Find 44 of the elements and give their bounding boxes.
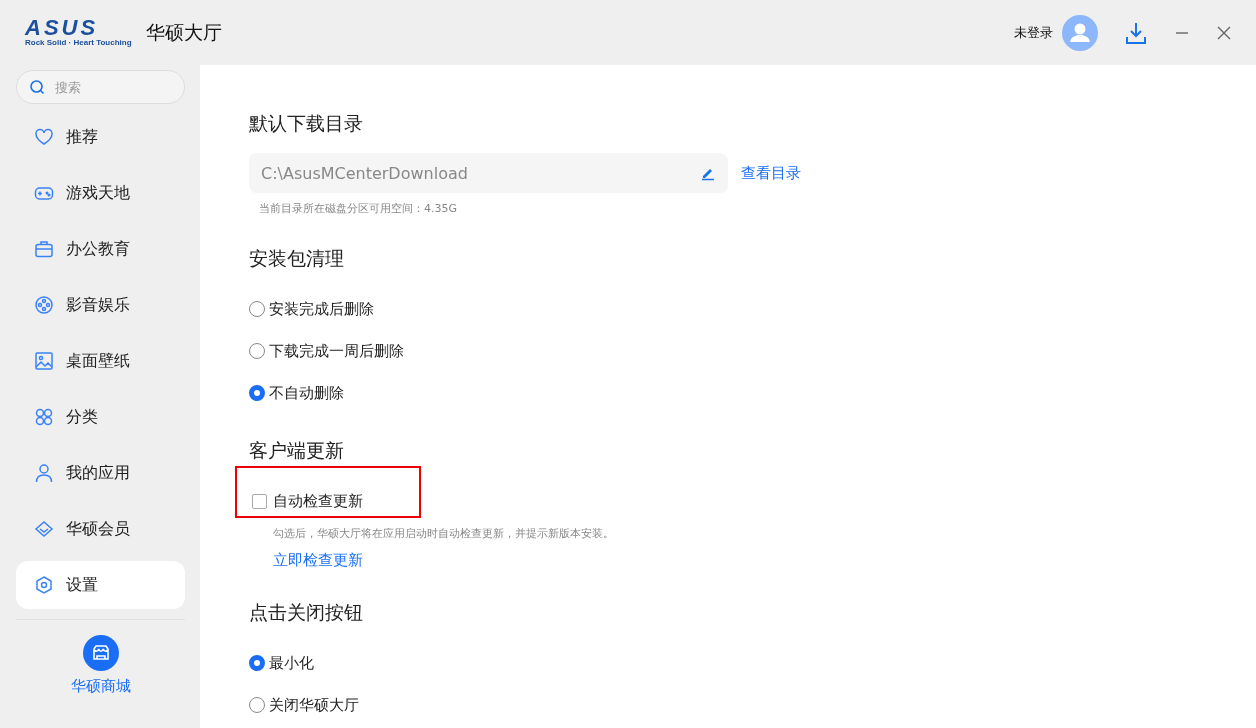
- radio-option[interactable]: 不自动删除: [249, 372, 344, 414]
- search-field[interactable]: 搜索: [16, 70, 185, 104]
- radio-icon[interactable]: [249, 655, 265, 671]
- close-icon[interactable]: [1216, 24, 1232, 41]
- radio-icon[interactable]: [249, 385, 265, 401]
- sidebar-item[interactable]: 办公教育: [16, 225, 185, 273]
- checkbox-option[interactable]: 自动检查更新: [249, 480, 363, 522]
- radio-option[interactable]: 下载完成一周后删除: [249, 330, 404, 372]
- download-icon[interactable]: [1124, 20, 1148, 45]
- search-icon: [29, 79, 45, 95]
- hexagon-icon: [34, 575, 54, 595]
- sidebar-item[interactable]: 游戏天地: [16, 169, 185, 217]
- sidebar-item[interactable]: 华硕会员: [16, 505, 185, 553]
- checkbox[interactable]: [252, 493, 267, 509]
- window-title: 华硕大厅: [145, 19, 222, 45]
- avatar-icon[interactable]: [1062, 14, 1098, 51]
- section-title: 默认下载目录: [249, 111, 364, 136]
- section-title: 点击关闭按钮: [249, 600, 364, 625]
- heart-icon: [34, 127, 54, 147]
- sidebar-item[interactable]: 设置: [16, 561, 185, 609]
- update-hint: 勾选后，华硕大厅将在应用启动时自动检查更新，并提示新版本安装。: [273, 526, 615, 541]
- radio-option[interactable]: 最小化: [249, 642, 314, 684]
- sidebar-item[interactable]: 推荐: [16, 113, 185, 161]
- diamond-icon: [34, 519, 54, 539]
- radio-option[interactable]: 关闭华硕大厅: [249, 684, 359, 726]
- user-icon: [34, 463, 54, 483]
- asus-logo: ASUS Rock Solid · Heart Touching: [25, 17, 132, 48]
- store-button[interactable]: 华硕商城: [16, 635, 185, 696]
- store-icon: [82, 635, 119, 671]
- check-update-link[interactable]: 立即检查更新: [273, 551, 1256, 570]
- image-icon: [34, 351, 54, 371]
- view-folder-link[interactable]: 查看目录: [741, 163, 801, 183]
- grid-icon: [34, 407, 54, 427]
- sidebar-item[interactable]: 桌面壁纸: [16, 337, 185, 385]
- sidebar-item[interactable]: 分类: [16, 393, 185, 441]
- film-icon: [34, 295, 54, 315]
- sidebar-item[interactable]: 我的应用: [16, 449, 185, 497]
- section-title: 安装包清理: [249, 246, 345, 271]
- radio-option[interactable]: 安装完成后删除: [249, 288, 374, 330]
- briefcase-icon: [34, 239, 54, 259]
- section-title: 客户端更新: [249, 438, 345, 463]
- sidebar-item[interactable]: 影音娱乐: [16, 281, 185, 329]
- login-status[interactable]: 未登录: [1014, 23, 1053, 42]
- disk-space-hint: 当前目录所在磁盘分区可用空间：4.35G: [259, 201, 459, 216]
